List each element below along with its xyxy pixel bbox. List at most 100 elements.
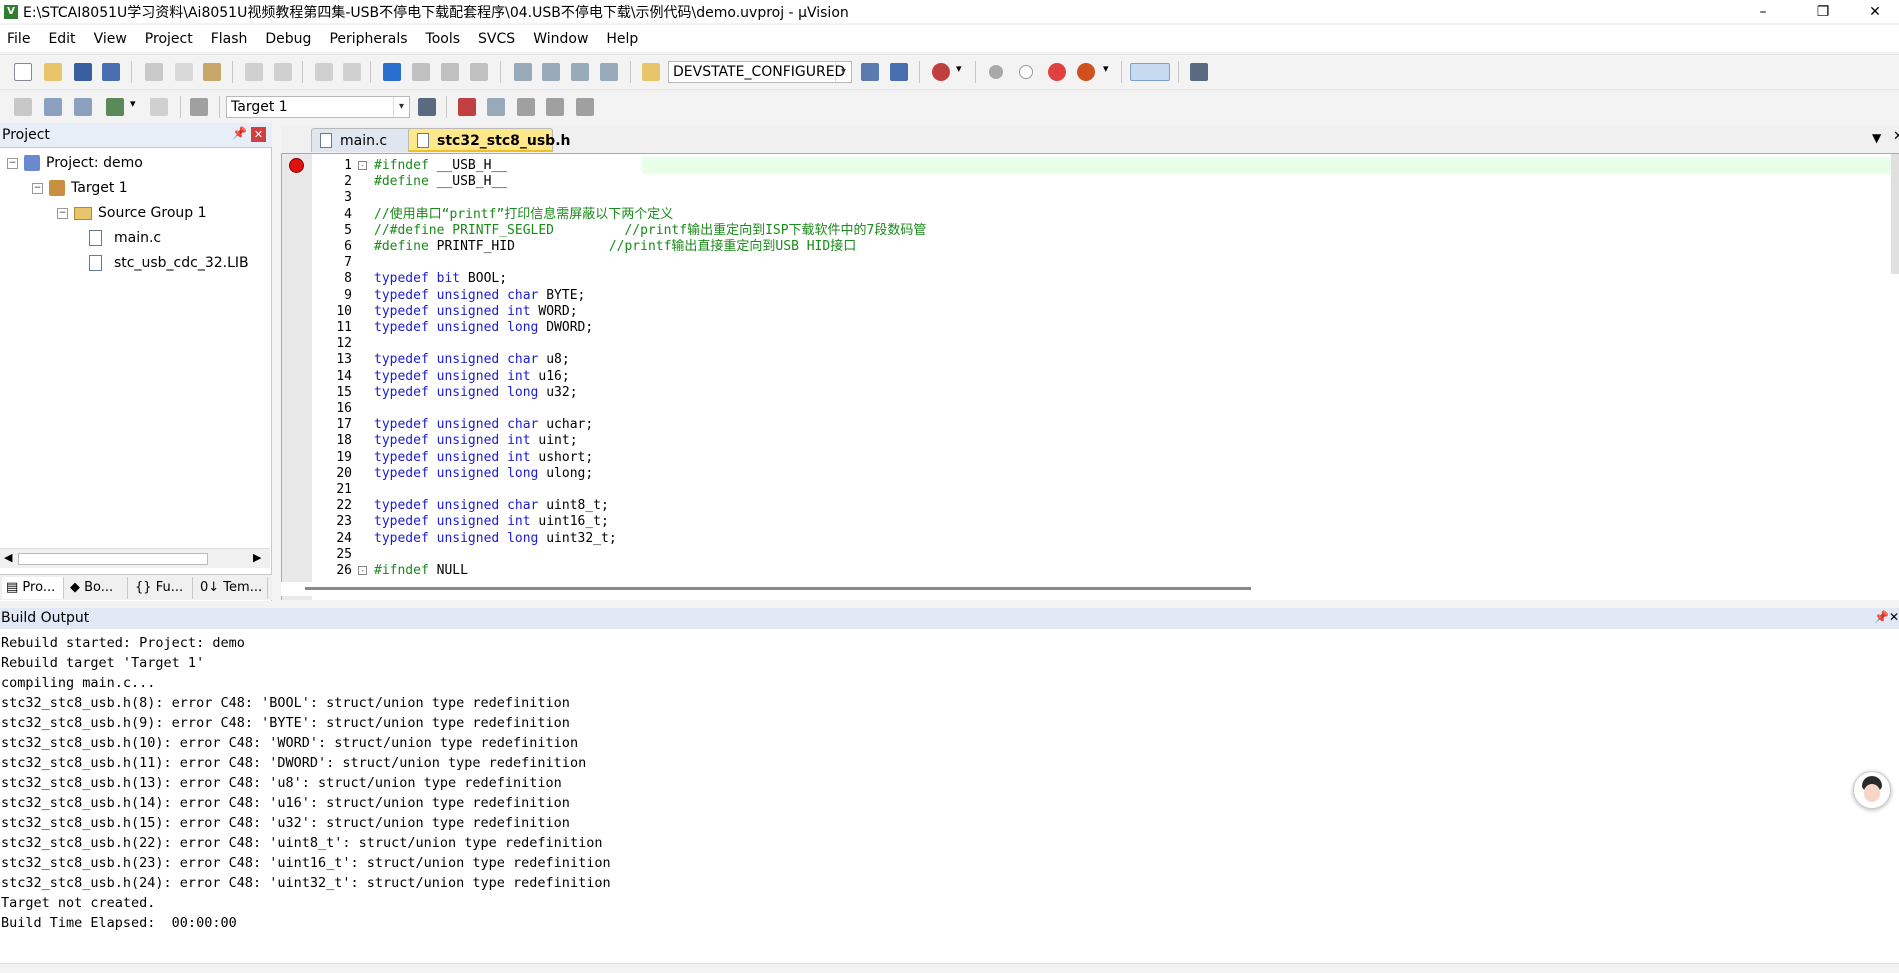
menu-edit[interactable]: Edit (41, 31, 86, 47)
file-extensions-icon[interactable] (487, 98, 505, 116)
tree-file-main-c[interactable]: main.c (89, 227, 161, 249)
minimize-button[interactable]: – (1740, 0, 1786, 23)
pin-icon[interactable]: 📌 (232, 126, 247, 140)
menu-window[interactable]: Window (526, 31, 599, 47)
manage-components-icon[interactable] (458, 98, 476, 116)
tab-main-c[interactable]: main.c (311, 128, 413, 152)
uncomment-icon[interactable] (600, 63, 618, 81)
rebuild-icon[interactable] (74, 98, 92, 116)
tree-project-root[interactable]: − Project: demo (7, 152, 143, 174)
build-output-panel[interactable]: Rebuild started: Project: demo Rebuild t… (0, 629, 1899, 963)
tree-file-lib[interactable]: stc_usb_cdc_32.LIB (89, 252, 249, 274)
copy-icon[interactable] (175, 63, 193, 81)
bookmark-next-icon[interactable] (441, 63, 459, 81)
window-layout-icon[interactable] (1130, 63, 1170, 81)
devstate-value: DEVSTATE_CONFIGURED (673, 64, 846, 80)
find-in-files-icon[interactable] (642, 63, 660, 81)
chevron-down-icon[interactable]: ▾ (956, 62, 962, 75)
new-file-icon[interactable] (14, 63, 32, 81)
debug-session-icon[interactable] (932, 63, 950, 81)
redo-icon[interactable] (274, 63, 292, 81)
tree-project-label: Project: demo (46, 155, 143, 171)
editor-hscrollbar[interactable] (281, 582, 1899, 596)
scroll-left-icon[interactable]: ◀ (4, 551, 12, 564)
pin-icon[interactable]: 📌 (1874, 610, 1889, 624)
bookmark-icon[interactable] (383, 63, 401, 81)
fold-icon[interactable]: - (358, 161, 367, 170)
menu-peripherals[interactable]: Peripherals (322, 31, 418, 47)
select-packs-icon[interactable] (517, 98, 535, 116)
collapse-icon[interactable]: − (7, 157, 18, 169)
chevron-down-icon[interactable]: ▾ (1103, 62, 1109, 75)
run-time-env-icon[interactable] (576, 98, 594, 116)
devstate-combo[interactable]: DEVSTATE_CONFIGURED ▾ (668, 61, 852, 83)
tab-books[interactable]: ◆ Bo... (66, 577, 128, 599)
comment-icon[interactable] (571, 63, 589, 81)
translate-icon[interactable] (14, 98, 32, 116)
menu-debug[interactable]: Debug (258, 31, 322, 47)
tab-list-icon[interactable]: ▼ (1872, 131, 1881, 145)
editor-vscrollbar[interactable] (1891, 154, 1899, 274)
hscroll-thumb[interactable] (305, 587, 1251, 590)
download-load-icon[interactable] (190, 98, 208, 116)
nav-forward-icon[interactable] (343, 63, 361, 81)
menu-tools[interactable]: Tools (419, 31, 472, 47)
target-options-icon[interactable] (418, 98, 436, 116)
menu-svcs[interactable]: SVCS (471, 31, 526, 47)
indent-icon[interactable] (514, 63, 532, 81)
line-number: 10 (336, 303, 352, 319)
open-folder-icon[interactable] (44, 63, 62, 81)
configure-icon[interactable] (1190, 63, 1208, 81)
close-tab-icon[interactable]: ✕ (1893, 129, 1899, 144)
collapse-icon[interactable]: − (32, 182, 43, 194)
chevron-down-icon[interactable]: ▾ (130, 97, 136, 110)
menu-project[interactable]: Project (138, 31, 204, 47)
debug-settings-icon[interactable] (890, 63, 908, 81)
close-window-button[interactable]: ✕ (1852, 0, 1898, 23)
menu-view[interactable]: View (87, 31, 138, 47)
close-icon[interactable]: ✕ (251, 127, 266, 142)
menu-flash[interactable]: Flash (204, 31, 259, 47)
unindent-icon[interactable] (542, 63, 560, 81)
save-all-icon[interactable] (102, 63, 120, 81)
target-select[interactable]: Target 1 ▾ (226, 96, 410, 118)
batch-build-icon[interactable] (106, 98, 124, 116)
code-text: typedef bit BOOL; (374, 271, 508, 287)
scroll-right-icon[interactable]: ▶ (253, 551, 261, 564)
code-text: typedef unsigned int u16; (374, 368, 570, 384)
pack-installer-icon[interactable] (546, 98, 564, 116)
bookmark-prev-icon[interactable] (412, 63, 430, 81)
menu-file[interactable]: File (0, 31, 41, 47)
scroll-thumb[interactable] (18, 553, 208, 565)
tree-target[interactable]: − Target 1 (32, 177, 128, 199)
bookmark-clear-icon[interactable] (470, 63, 488, 81)
save-icon[interactable] (74, 63, 92, 81)
code-editor[interactable]: 1- #ifndef __USB_H__ 2 #define __USB_H__ 3 4/… (281, 153, 1899, 600)
project-hscrollbar[interactable]: ◀ ▶ (0, 548, 270, 568)
avatar[interactable] (1853, 771, 1891, 809)
stop-build-icon[interactable] (150, 98, 168, 116)
tab-templates[interactable]: 0↓ Tem... (196, 577, 268, 599)
incremental-find-icon[interactable] (861, 63, 879, 81)
tab-project[interactable]: ▤ Pro... (2, 577, 64, 599)
insert-breakpoint-icon[interactable] (989, 65, 1003, 79)
file-icon (89, 255, 102, 271)
code-text: typedef unsigned char uchar; (374, 417, 594, 433)
tab-stc32-stc8-usb-h[interactable]: stc32_stc8_usb.h (408, 128, 570, 152)
menu-help[interactable]: Help (599, 31, 649, 47)
disable-breakpoints-icon[interactable] (1048, 63, 1066, 81)
fold-icon[interactable]: - (358, 566, 367, 575)
tree-source-group[interactable]: − Source Group 1 (57, 202, 207, 224)
close-icon[interactable]: ✕ (1889, 610, 1899, 624)
undo-icon[interactable] (245, 63, 263, 81)
maximize-button[interactable]: ❐ (1800, 0, 1846, 23)
code-text: typedef unsigned char uint8_t; (374, 498, 609, 514)
tab-functions[interactable]: {} Fu... (131, 577, 193, 599)
cut-icon[interactable] (145, 63, 163, 81)
build-icon[interactable] (44, 98, 62, 116)
collapse-icon[interactable]: − (57, 207, 68, 219)
kill-breakpoints-icon[interactable] (1077, 63, 1095, 81)
paste-icon[interactable] (203, 63, 221, 81)
enable-breakpoint-icon[interactable] (1019, 65, 1033, 79)
nav-back-icon[interactable] (315, 63, 333, 81)
